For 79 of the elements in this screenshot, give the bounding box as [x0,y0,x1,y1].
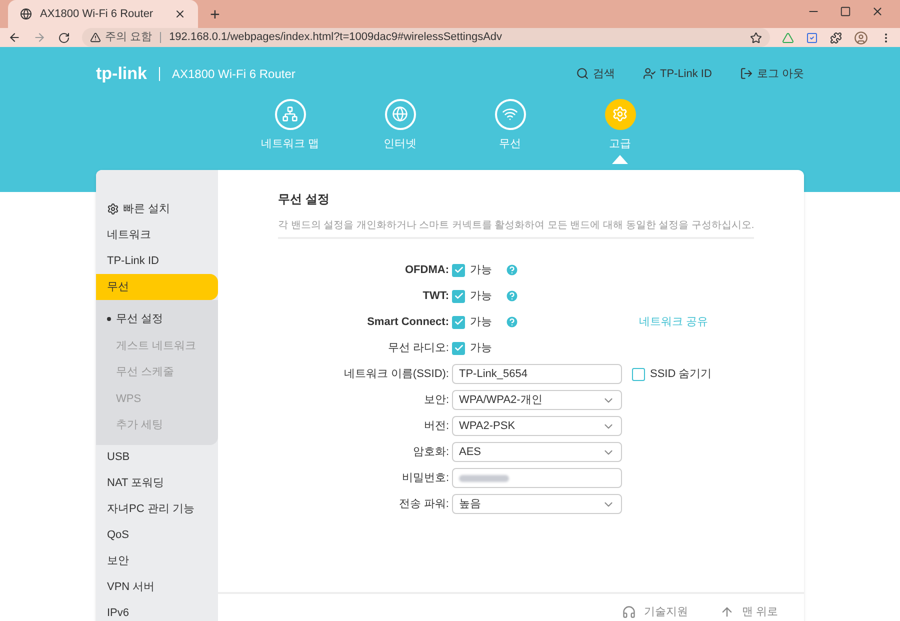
tab-title: AX1800 Wi-Fi 6 Router [40,6,154,22]
help-icon[interactable] [505,263,519,277]
sidebar-item[interactable]: USB [96,444,218,470]
sidebar-item[interactable]: QoS [96,522,218,548]
dropdown[interactable]: WPA/WPA2-개인 [452,390,622,410]
maximize-icon[interactable] [840,6,851,17]
sidebar-item[interactable]: 무선 [96,274,218,300]
avatar-icon[interactable] [854,30,868,44]
sidebar-item[interactable]: 보안 [96,548,218,574]
checkbox-label: 가능 [470,314,492,330]
field-label: 무선 라디오: [386,340,450,356]
security-warning: 주의 요함 [105,30,152,46]
checkbox[interactable] [452,264,465,276]
gear-icon [604,98,636,130]
puzzle-icon[interactable] [830,32,842,44]
checkbox[interactable] [452,290,465,302]
forward-icon[interactable] [33,31,46,44]
footer-link[interactable]: 기술지원 [622,604,688,620]
submenu-item[interactable]: 무선 설정 [96,306,218,332]
star-icon[interactable] [750,32,762,44]
field-label: 보안: [422,392,450,408]
browser-tab[interactable]: AX1800 Wi-Fi 6 Router [8,0,198,28]
gear-icon [107,203,119,215]
password-field[interactable] [452,468,622,488]
dropdown[interactable]: 높음 [452,494,622,514]
sidebar-item[interactable]: 자녀PC 관리 기능 [96,496,218,522]
sidebar-item[interactable]: 네트워크 [96,222,218,248]
checkbox-label: 가능 [470,340,492,356]
sidebar-item[interactable]: NAT 포워딩 [96,470,218,496]
network-icon [274,98,306,130]
field-label: 버전: [422,418,450,434]
checkbox[interactable] [452,342,465,354]
header-link[interactable]: TP-Link ID [642,66,712,82]
logout-icon [740,67,753,80]
checkbox[interactable] [632,368,645,380]
field-label: 네트워크 이름(SSID): [342,366,450,382]
model-name: AX1800 Wi-Fi 6 Router [172,66,296,83]
search-icon [576,67,589,80]
globe-icon [20,8,32,20]
dropdown[interactable]: AES [452,442,622,462]
checkbox-label: 가능 [470,288,492,304]
warning-icon [90,32,101,43]
section-description: 각 밴드의 설정을 개인화하거나 스마트 커넥트를 활성화하여 모든 밴드에 대해 동일한 설정을 구성하십시오. [278,218,754,239]
person-icon [642,67,656,80]
sidebar-item[interactable]: IPv6 [96,600,218,621]
close-icon[interactable] [174,8,186,20]
url-text: 192.168.0.1/webpages/index.html?t=1009dac9#wirelessSettingsAdv [169,30,502,46]
close-icon[interactable] [871,5,884,18]
sidebar-item[interactable]: TP-Link ID [96,248,218,274]
field-label: Smart Connect: [366,314,450,330]
blurred-password [459,474,509,482]
new-tab-button[interactable]: + [210,6,220,23]
field-label: 비밀번호: [400,470,450,486]
checkbox-label: 가능 [470,262,492,278]
footer-link[interactable]: 맨 위로 [720,604,778,620]
field-label: TWT: [422,288,450,304]
section-title: 무선 설정 [278,191,330,208]
field-label: OFDMA: [404,262,450,278]
sidebar-item[interactable]: VPN 서버 [96,574,218,600]
reload-icon[interactable] [58,32,70,44]
help-icon[interactable] [505,315,519,329]
header-link[interactable]: 검색 [576,66,615,82]
globe-icon [384,98,416,130]
help-icon[interactable] [505,289,519,303]
dropdown[interactable]: WPA2-PSK [452,416,622,436]
sidebar-item[interactable]: 빠른 설치 [96,196,218,222]
address-bar[interactable]: 주의 요함 192.168.0.1/webpages/index.html?t=1009dac9#wirelessSettingsAdv [82,28,770,47]
wifi-icon [494,98,526,130]
checkbox-extension-icon[interactable] [806,32,818,44]
up-arrow-icon [720,605,734,619]
field-label: 암호화: [412,444,450,460]
header-link[interactable]: 로그 아웃 [740,66,804,82]
checkbox-label: SSID 숨기기 [650,366,712,382]
headset-icon [622,605,636,619]
back-icon[interactable] [8,31,21,44]
brand-logo: tp-link [96,63,147,85]
checkbox[interactable] [452,316,465,328]
field-label: 전송 파워: [398,496,450,512]
ssid-input[interactable]: TP-Link_5654 [452,364,622,384]
